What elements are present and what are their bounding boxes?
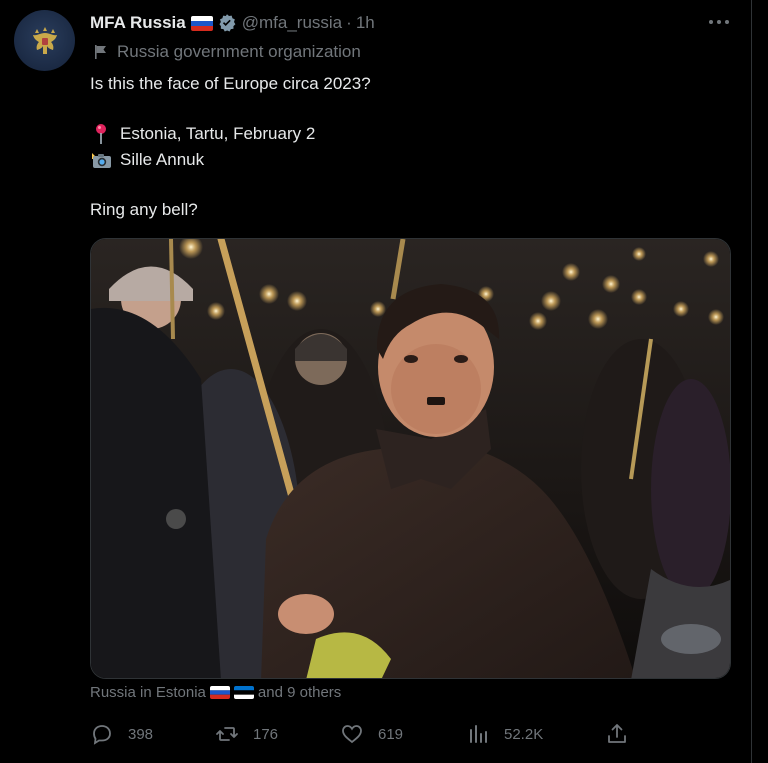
share-button[interactable] <box>605 720 643 748</box>
share-icon <box>608 724 626 743</box>
action-bar: 398 176 619 52.2K <box>90 720 650 748</box>
affiliation-label[interactable]: Russia government organization <box>93 42 361 62</box>
tagged-text: Russia in Estonia <box>90 684 206 701</box>
coat-of-arms-icon <box>32 26 57 54</box>
verified-badge-icon[interactable] <box>217 13 237 33</box>
tweet-photo[interactable] <box>90 238 731 679</box>
author-name[interactable]: MFA Russia <box>90 13 186 33</box>
camera-flash-icon <box>90 150 112 170</box>
photo-illustration <box>91 239 730 678</box>
retweet-icon <box>216 727 238 741</box>
tweet-photographer-line: Sille Annuk <box>90 148 204 172</box>
avatar[interactable] <box>14 10 75 71</box>
russia-flag-icon <box>190 15 213 31</box>
heart-icon <box>342 725 362 744</box>
like-button[interactable]: 619 <box>340 720 403 748</box>
retweet-count: 176 <box>253 725 279 743</box>
flag-icon <box>93 44 109 60</box>
reply-button[interactable]: 398 <box>90 720 153 748</box>
estonia-flag-icon <box>233 686 254 699</box>
timeline-divider <box>751 0 752 763</box>
reply-icon <box>93 725 111 745</box>
affiliation-text: Russia government organization <box>117 42 361 61</box>
tweet-photographer-text: Sille Annuk <box>120 150 205 169</box>
tweet-closing-line: Ring any bell? <box>90 198 198 222</box>
views-count: 52.2K <box>504 725 544 743</box>
tagged-users[interactable]: Russia in Estonia and 9 others <box>90 684 341 701</box>
reply-count: 398 <box>128 725 154 743</box>
timestamp[interactable]: 1h <box>356 13 375 33</box>
author-handle[interactable]: @mfa_russia <box>242 13 342 33</box>
separator-dot: · <box>346 13 352 32</box>
tweet-location-text: Estonia, Tartu, February 2 <box>120 124 316 143</box>
tweet-text-closing: Ring any bell? <box>90 200 198 219</box>
tagged-more: and 9 others <box>257 684 342 701</box>
tweet-location-line: Estonia, Tartu, February 2 <box>90 122 315 146</box>
like-count: 619 <box>378 725 404 743</box>
pin-icon <box>90 123 112 145</box>
more-icon[interactable] <box>706 12 732 32</box>
tweet-line-1: Is this the face of Europe circa 2023? <box>90 72 371 96</box>
tweet-header: MFA Russia @mfa_russia · 1h <box>90 11 375 35</box>
tweet-text-1: Is this the face of Europe circa 2023? <box>90 74 371 93</box>
russia-flag-icon <box>209 686 230 699</box>
views-button[interactable]: 52.2K <box>466 720 543 748</box>
retweet-button[interactable]: 176 <box>215 720 278 748</box>
views-icon <box>470 725 487 743</box>
